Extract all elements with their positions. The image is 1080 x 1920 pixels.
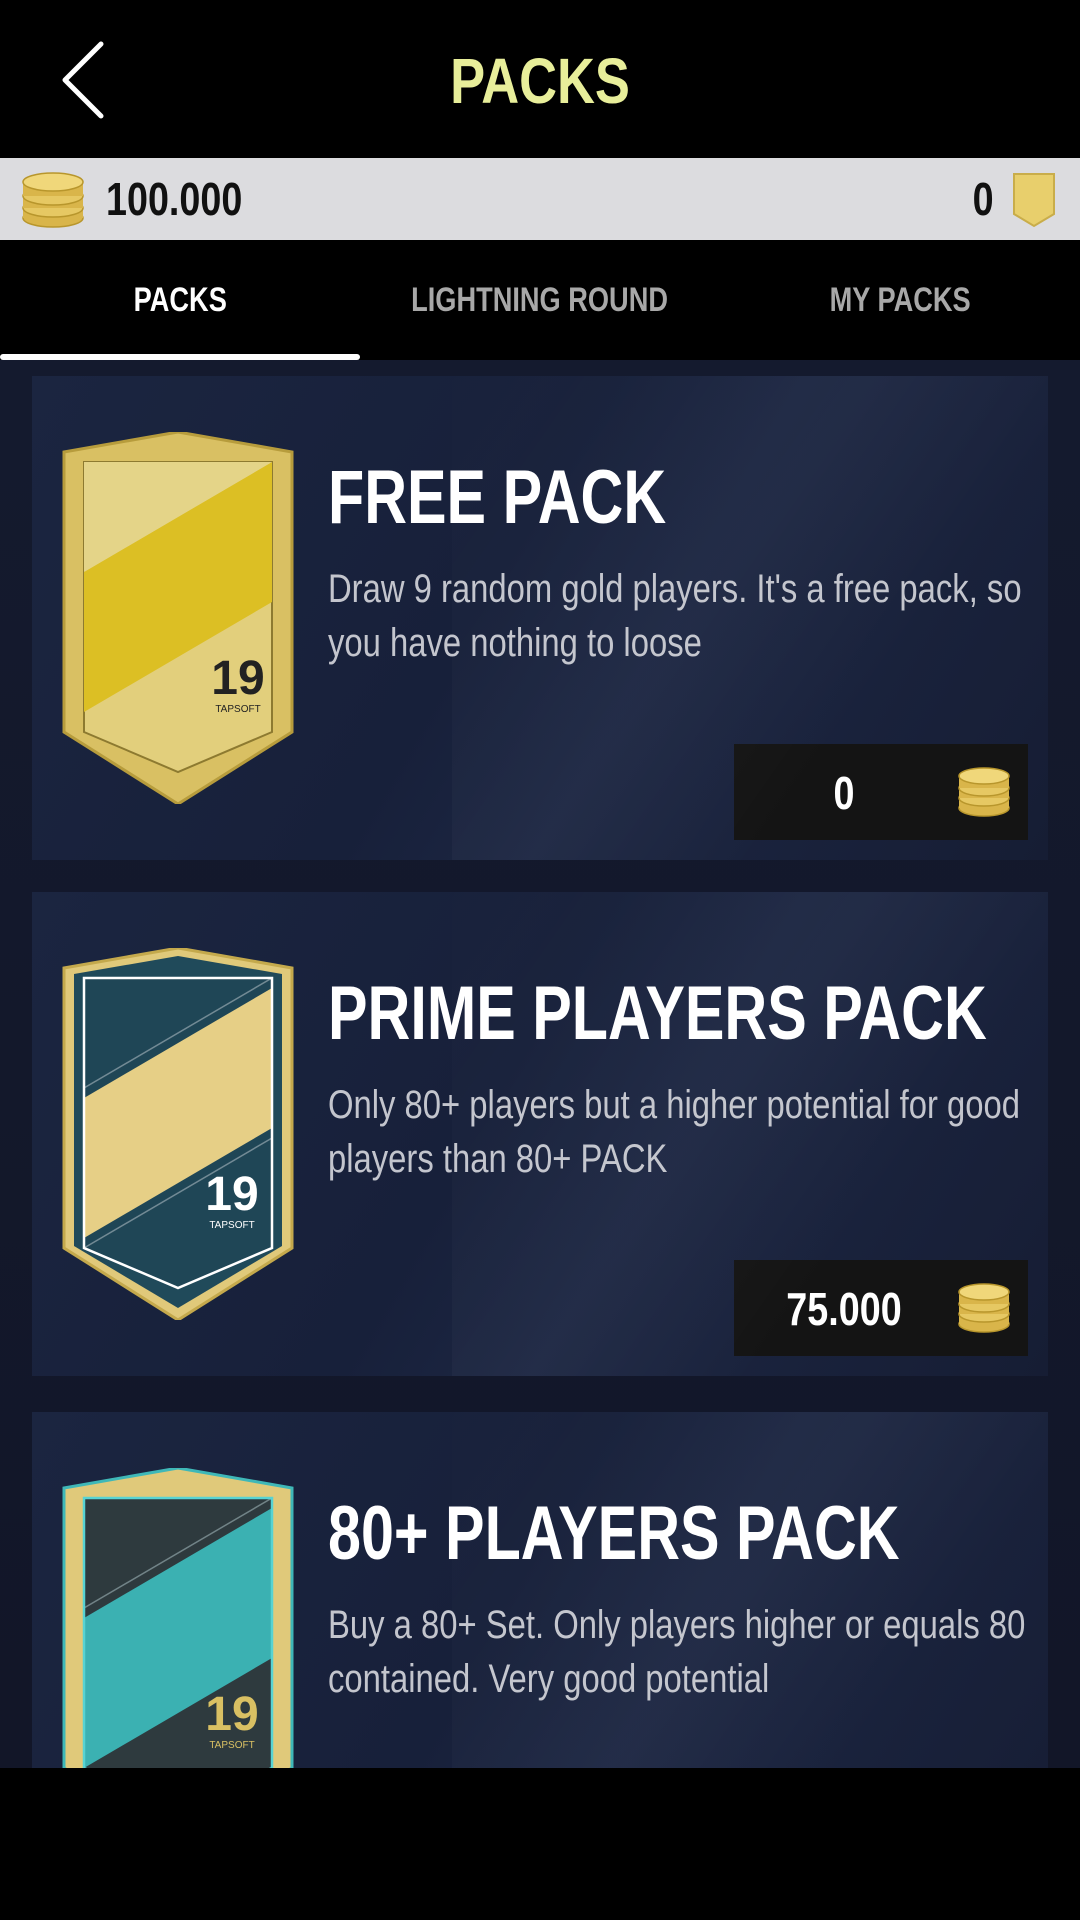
tab-lightning-round[interactable]: LIGHTNING ROUND [360, 240, 720, 360]
tab-packs[interactable]: PACKS [0, 240, 360, 360]
app-header: PACKS [0, 0, 1080, 158]
pack-card-prime[interactable]: 19 TAPSOFT PRIME PLAYERS PACK Only 80+ p… [32, 892, 1048, 1376]
80-plus-pack-image: 19 TAPSOFT [60, 1466, 296, 1768]
buy-prime-pack-button[interactable]: 75.000 [734, 1260, 1028, 1356]
pack-title: FREE PACK [328, 455, 667, 540]
svg-text:19: 19 [205, 1168, 258, 1221]
svg-text:TAPSOFT: TAPSOFT [209, 1220, 254, 1231]
coins-icon [20, 168, 86, 230]
pack-card-free[interactable]: 19 TAPSOFT FREE PACK Draw 9 random gold … [32, 376, 1048, 860]
pack-title: 80+ PLAYERS PACK [328, 1491, 900, 1576]
pack-description: Buy a 80+ Set. Only players higher or eq… [328, 1603, 1026, 1701]
pack-description: Only 80+ players but a higher potential … [328, 1083, 1020, 1181]
points-badge-icon [1010, 170, 1058, 228]
prime-pack-image: 19 TAPSOFT [60, 946, 296, 1322]
buy-free-pack-button[interactable]: 0 [734, 744, 1028, 840]
coins-icon [956, 1282, 1012, 1334]
coins-balance: 100.000 [106, 173, 243, 225]
svg-text:TAPSOFT: TAPSOFT [209, 1740, 254, 1751]
currency-bar: 100.000 0 [0, 158, 1080, 240]
pack-description: Draw 9 random gold players. It's a free … [328, 567, 1022, 665]
svg-text:19: 19 [205, 1688, 258, 1741]
tab-bar: PACKS LIGHTNING ROUND MY PACKS [0, 240, 1080, 360]
coins-icon [956, 766, 1012, 818]
points-balance: 0 [973, 173, 994, 225]
free-pack-image: 19 TAPSOFT [60, 430, 296, 806]
pack-list[interactable]: 19 TAPSOFT FREE PACK Draw 9 random gold … [0, 360, 1080, 1768]
bottom-bar [0, 1768, 1080, 1920]
svg-text:19: 19 [211, 652, 264, 705]
page-title: PACKS [450, 45, 630, 117]
pack-price: 75.000 [786, 1283, 902, 1335]
tab-my-packs[interactable]: MY PACKS [720, 240, 1080, 360]
pack-price: 0 [833, 767, 855, 819]
pack-title: PRIME PLAYERS PACK [328, 971, 987, 1056]
pack-card-80-plus[interactable]: 19 TAPSOFT 80+ PLAYERS PACK Buy a 80+ Se… [32, 1412, 1048, 1768]
svg-text:TAPSOFT: TAPSOFT [215, 704, 260, 715]
